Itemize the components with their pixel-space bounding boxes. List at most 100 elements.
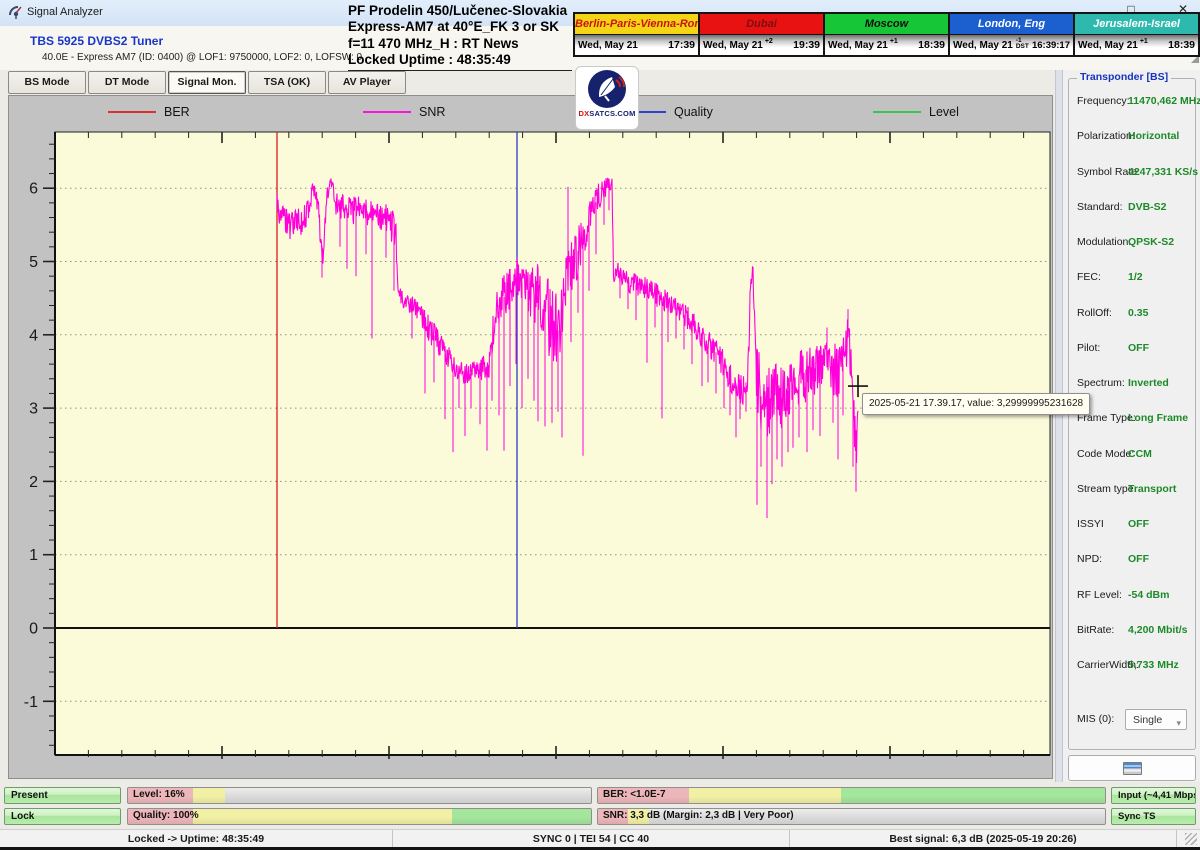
clock-city-label: Moscow [825, 14, 948, 35]
meter-segment [841, 788, 1105, 803]
signal-plot[interactable]: -10123456 [8, 95, 1053, 779]
tp-row-value: 1/2 [1128, 271, 1143, 283]
clock-time-row: Wed, May 21+219:39 [700, 35, 823, 55]
header-line-3: f=11 470 MHz_H : RT News [348, 36, 572, 52]
status-best-signal: Best signal: 6,3 dB (2025-05-19 20:26) [790, 830, 1177, 848]
tab-av-player[interactable]: AV Player [328, 71, 406, 94]
export-disk-icon [1123, 762, 1142, 775]
ber-meter-label: BER: <1.0E-7 [603, 789, 666, 800]
tp-row-value: QPSK-S2 [1128, 236, 1174, 248]
legend-swatch-level [873, 111, 921, 113]
clock-time-row: Wed, May 21+118:39 [825, 35, 948, 55]
tp-row-value: 5,733 MHz [1128, 659, 1179, 671]
dxsatcs-logo: DXSATCS.COM [575, 66, 639, 130]
clock-utc-offset: +2 [765, 38, 773, 45]
transponder-export-button[interactable] [1068, 755, 1196, 781]
quality-meter: Quality: 100% [127, 808, 592, 825]
dxsatcs-logo-graphic [585, 67, 629, 111]
clock-city-label: Dubai [700, 14, 823, 35]
tp-row-label: RF Level: [1077, 589, 1122, 601]
resize-grip[interactable] [1185, 833, 1197, 845]
clock-time: 17:39 [668, 39, 695, 51]
svg-text:3: 3 [29, 401, 38, 418]
clock-time: 16:39:17 [1032, 40, 1070, 51]
present-indicator: Present [4, 787, 121, 804]
tp-row-label: Pilot: [1077, 342, 1100, 354]
tab-tsa-ok[interactable]: TSA (OK) [248, 71, 326, 94]
clock-date: Wed, May 21 [578, 40, 638, 51]
clock-time: 18:39 [918, 39, 945, 51]
clock-time: 19:39 [793, 39, 820, 51]
tp-row-value: Transport [1128, 483, 1176, 495]
level-meter: Level: 16% [127, 787, 592, 804]
lock-indicator: Lock [4, 808, 121, 825]
tp-row-label: NPD: [1077, 553, 1102, 565]
legend-swatch-snr [363, 111, 411, 113]
tp-row-label: Standard: [1077, 201, 1123, 213]
legend-item-quality: Quality [618, 105, 873, 119]
clock-city-label: Berlin-Paris-Vienna-Roma [575, 14, 698, 35]
clock-1: DubaiWed, May 21+219:39 [698, 14, 823, 55]
mode-tab-bar: BS ModeDT ModeSignal Mon.TSA (OK)AV Play… [8, 71, 406, 94]
legend-item-level: Level [873, 105, 1128, 119]
mis-dropdown[interactable]: Single ▾ [1125, 709, 1187, 730]
tp-row-value: CCM [1128, 448, 1152, 460]
tp-row-label: Modulation: [1077, 236, 1131, 248]
signal-plot-svg[interactable]: -10123456 [8, 95, 1053, 779]
svg-text:0: 0 [29, 621, 38, 638]
tp-row-label: Polarization: [1077, 130, 1135, 142]
tp-row-value: Horizontal [1128, 130, 1179, 142]
clock-time-row: Wed, May 21-1DST16:39:17 [950, 35, 1073, 55]
sync-ts-indicator: Sync TS [1111, 808, 1196, 825]
clock-city-label: London, Eng [950, 14, 1073, 35]
input-rate-indicator: Input (~4,41 Mbps) [1111, 787, 1196, 804]
svg-text:6: 6 [29, 181, 38, 198]
status-grip-cell [1177, 830, 1200, 848]
tp-row-label: FEC: [1077, 271, 1101, 283]
transponder-groupbox-title: Transponder [BS] [1077, 71, 1171, 83]
tp-row-label: ISSYI [1077, 518, 1104, 530]
window-title: Signal Analyzer [27, 6, 103, 18]
header-line-2: Express-AM7 at 40°E_FK 3 or SK [348, 19, 572, 35]
tp-row-value: 0.35 [1128, 307, 1148, 319]
tp-row-label: BitRate: [1077, 624, 1114, 636]
clock-utc-offset: +1 [1140, 38, 1148, 45]
tp-row-value: DVB-S2 [1128, 201, 1167, 213]
legend-label: Quality [674, 105, 713, 119]
status-uptime: Locked -> Uptime: 48:35:49 [0, 830, 393, 848]
header-line-1: PF Prodelin 450/Lučenec-Slovakia [348, 3, 572, 19]
svg-text:2: 2 [29, 474, 38, 491]
mis-label: MIS (0): [1077, 713, 1114, 725]
ber-meter: BER: <1.0E-7 [597, 787, 1106, 804]
tuner-subtitle: 40.0E - Express AM7 (ID: 0400) @ LOF1: 9… [42, 52, 362, 63]
clock-date: Wed, May 21 [828, 40, 888, 51]
clock-2: MoscowWed, May 21+118:39 [823, 14, 948, 55]
tp-row-value: -54 dBm [1128, 589, 1169, 601]
clock-3: London, EngWed, May 21-1DST16:39:17 [948, 14, 1073, 55]
plot-tooltip: 2025-05-21 17.39.17, value: 3,2999999523… [862, 393, 1090, 415]
legend-label: BER [164, 105, 190, 119]
tp-row-value: 4247,331 KS/s [1128, 166, 1198, 178]
header-line-4: Locked Uptime : 48:35:49 [348, 52, 572, 68]
tp-row-value: OFF [1128, 342, 1149, 354]
legend-label: Level [929, 105, 959, 119]
status-bar: Locked -> Uptime: 48:35:49 SYNC 0 | TEI … [0, 829, 1200, 848]
tab-bs-mode[interactable]: BS Mode [8, 71, 86, 94]
meter-segment [193, 788, 225, 803]
tab-dt-mode[interactable]: DT Mode [88, 71, 166, 94]
tab-signal-mon[interactable]: Signal Mon. [168, 71, 246, 94]
tp-row-label: RollOff: [1077, 307, 1112, 319]
status-sync-counters: SYNC 0 | TEI 54 | CC 40 [393, 830, 790, 848]
clock-utc-offset: -1DST [1016, 38, 1029, 51]
dxsatcs-logo-text: DXSATCS.COM [578, 109, 635, 118]
tp-row-label: Spectrum: [1077, 377, 1125, 389]
level-meter-label: Level: 16% [133, 789, 185, 800]
chevron-down-icon: ▾ [1176, 713, 1181, 733]
svg-text:5: 5 [29, 254, 38, 271]
tp-row-value: OFF [1128, 553, 1149, 565]
svg-text:1: 1 [29, 547, 38, 564]
clock-0: Berlin-Paris-Vienna-Roma Wed, May 21 17:39 [575, 14, 698, 55]
clock-time-row: Wed, May 21 17:39 [575, 35, 698, 55]
panel-splitter[interactable] [1055, 70, 1063, 782]
mis-dropdown-value: Single [1133, 714, 1162, 726]
